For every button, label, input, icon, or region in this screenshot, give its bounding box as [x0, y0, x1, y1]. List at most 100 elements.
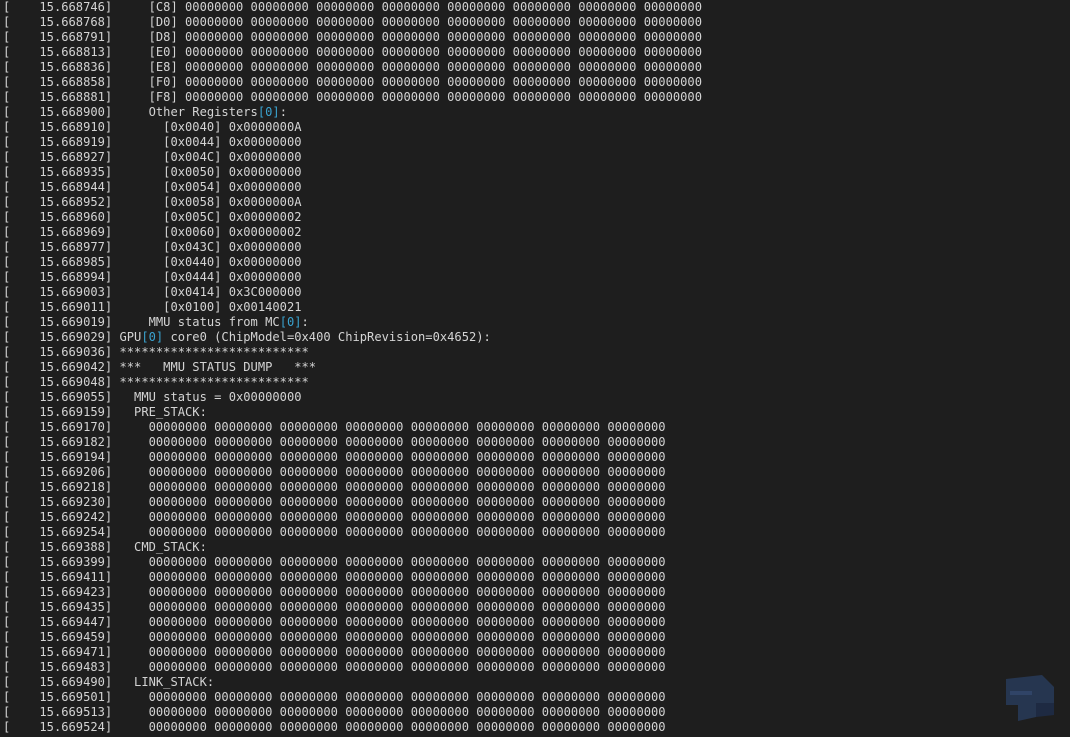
log-text: [ 15.669513] 00000000 00000000 00000000 …: [3, 705, 666, 719]
log-text: [ 15.668919] [0x0044] 0x00000000: [3, 135, 302, 149]
log-line: [ 15.669036] **************************: [3, 345, 702, 360]
log-text: [ 15.669423] 00000000 00000000 00000000 …: [3, 585, 666, 599]
log-text: [ 15.668927] [0x004C] 0x00000000: [3, 150, 302, 164]
log-line: [ 15.669423] 00000000 00000000 00000000 …: [3, 585, 702, 600]
log-text: [ 15.668900] Other Registers: [3, 105, 258, 119]
log-line: [ 15.669206] 00000000 00000000 00000000 …: [3, 465, 702, 480]
log-line: [ 15.668881] [F8] 00000000 00000000 0000…: [3, 90, 702, 105]
log-text: [ 15.668935] [0x0050] 0x00000000: [3, 165, 302, 179]
log-line: [ 15.668813] [E0] 00000000 00000000 0000…: [3, 45, 702, 60]
log-text: [ 15.668746] [C8] 00000000 00000000 0000…: [3, 0, 702, 14]
log-text: :: [301, 315, 309, 329]
log-line: [ 15.669003] [0x0414] 0x3C000000: [3, 285, 702, 300]
log-text: [ 15.669194] 00000000 00000000 00000000 …: [3, 450, 666, 464]
log-text: [ 15.668960] [0x005C] 0x00000002: [3, 210, 302, 224]
log-line: [ 15.669029] GPU[0] core0 (ChipModel=0x4…: [3, 330, 702, 345]
log-line: [ 15.668910] [0x0040] 0x0000000A: [3, 120, 702, 135]
log-text: [ 15.669055] MMU status = 0x00000000: [3, 390, 302, 404]
log-text: [ 15.669206] 00000000 00000000 00000000 …: [3, 465, 666, 479]
log-line: [ 15.668900] Other Registers[0]:: [3, 105, 702, 120]
log-line: [ 15.668952] [0x0058] 0x0000000A: [3, 195, 702, 210]
log-line: [ 15.668919] [0x0044] 0x00000000: [3, 135, 702, 150]
log-text: [ 15.669524] 00000000 00000000 00000000 …: [3, 720, 666, 734]
log-text: [ 15.668910] [0x0040] 0x0000000A: [3, 120, 302, 134]
log-line: [ 15.669471] 00000000 00000000 00000000 …: [3, 645, 702, 660]
log-text: [ 15.669490] LINK_STACK:: [3, 675, 215, 689]
log-text: [ 15.669483] 00000000 00000000 00000000 …: [3, 660, 666, 674]
log-text: [ 15.669019] MMU status from MC: [3, 315, 280, 329]
log-line: [ 15.669411] 00000000 00000000 00000000 …: [3, 570, 702, 585]
log-text: [ 15.668858] [F0] 00000000 00000000 0000…: [3, 75, 702, 89]
log-text: [ 15.668969] [0x0060] 0x00000002: [3, 225, 302, 239]
log-line: [ 15.669242] 00000000 00000000 00000000 …: [3, 510, 702, 525]
log-text: [ 15.668813] [E0] 00000000 00000000 0000…: [3, 45, 702, 59]
log-line: [ 15.668935] [0x0050] 0x00000000: [3, 165, 702, 180]
log-line: [ 15.669483] 00000000 00000000 00000000 …: [3, 660, 702, 675]
log-text: [ 15.668836] [E8] 00000000 00000000 0000…: [3, 60, 702, 74]
log-text: [ 15.668768] [D0] 00000000 00000000 0000…: [3, 15, 702, 29]
log-line: [ 15.669447] 00000000 00000000 00000000 …: [3, 615, 702, 630]
log-text: [ 15.668977] [0x043C] 0x00000000: [3, 240, 302, 254]
log-text: [ 15.669003] [0x0414] 0x3C000000: [3, 285, 302, 299]
log-text: :: [279, 105, 287, 119]
log-index-highlight: [0]: [279, 315, 302, 329]
log-text: [ 15.669036] **************************: [3, 345, 309, 359]
log-text: [ 15.669435] 00000000 00000000 00000000 …: [3, 600, 666, 614]
log-line: [ 15.668927] [0x004C] 0x00000000: [3, 150, 702, 165]
log-line: [ 15.669019] MMU status from MC[0]:: [3, 315, 702, 330]
log-text: [ 15.669471] 00000000 00000000 00000000 …: [3, 645, 666, 659]
log-text: [ 15.669218] 00000000 00000000 00000000 …: [3, 480, 666, 494]
log-line: [ 15.668969] [0x0060] 0x00000002: [3, 225, 702, 240]
log-line: [ 15.668768] [D0] 00000000 00000000 0000…: [3, 15, 702, 30]
log-text: [ 15.669048] **************************: [3, 375, 309, 389]
log-line: [ 15.669218] 00000000 00000000 00000000 …: [3, 480, 702, 495]
log-text: core0 (ChipModel=0x400 ChipRevision=0x46…: [163, 330, 491, 344]
log-text: [ 15.668985] [0x0440] 0x00000000: [3, 255, 302, 269]
log-line: [ 15.669055] MMU status = 0x00000000: [3, 390, 702, 405]
log-line: [ 15.668791] [D8] 00000000 00000000 0000…: [3, 30, 702, 45]
log-text: [ 15.669459] 00000000 00000000 00000000 …: [3, 630, 666, 644]
log-line: [ 15.669513] 00000000 00000000 00000000 …: [3, 705, 702, 720]
log-text: [ 15.669170] 00000000 00000000 00000000 …: [3, 420, 666, 434]
log-lines: [ 15.668746] [C8] 00000000 00000000 0000…: [3, 0, 702, 735]
log-text: [ 15.669501] 00000000 00000000 00000000 …: [3, 690, 666, 704]
log-line: [ 15.669230] 00000000 00000000 00000000 …: [3, 495, 702, 510]
log-text: [ 15.668881] [F8] 00000000 00000000 0000…: [3, 90, 702, 104]
log-line: [ 15.669490] LINK_STACK:: [3, 675, 702, 690]
log-text: [ 15.669411] 00000000 00000000 00000000 …: [3, 570, 666, 584]
log-index-highlight: [0]: [257, 105, 280, 119]
log-text: [ 15.669447] 00000000 00000000 00000000 …: [3, 615, 666, 629]
log-text: [ 15.668994] [0x0444] 0x00000000: [3, 270, 302, 284]
log-text: [ 15.669242] 00000000 00000000 00000000 …: [3, 510, 666, 524]
log-line: [ 15.669042] *** MMU STATUS DUMP ***: [3, 360, 702, 375]
log-line: [ 15.669159] PRE_STACK:: [3, 405, 702, 420]
log-text: [ 15.668791] [D8] 00000000 00000000 0000…: [3, 30, 702, 44]
log-index-highlight: [0]: [141, 330, 164, 344]
log-line: [ 15.668994] [0x0444] 0x00000000: [3, 270, 702, 285]
log-text: [ 15.669388] CMD_STACK:: [3, 540, 207, 554]
log-text: [ 15.669399] 00000000 00000000 00000000 …: [3, 555, 666, 569]
log-text: [ 15.668952] [0x0058] 0x0000000A: [3, 195, 302, 209]
log-text: [ 15.668944] [0x0054] 0x00000000: [3, 180, 302, 194]
log-line: [ 15.668985] [0x0440] 0x00000000: [3, 255, 702, 270]
watermark-logo-icon: [1006, 675, 1054, 721]
log-line: [ 15.669501] 00000000 00000000 00000000 …: [3, 690, 702, 705]
log-line: [ 15.668944] [0x0054] 0x00000000: [3, 180, 702, 195]
log-line: [ 15.668836] [E8] 00000000 00000000 0000…: [3, 60, 702, 75]
log-line: [ 15.669459] 00000000 00000000 00000000 …: [3, 630, 702, 645]
log-line: [ 15.668977] [0x043C] 0x00000000: [3, 240, 702, 255]
log-line: [ 15.669254] 00000000 00000000 00000000 …: [3, 525, 702, 540]
log-line: [ 15.669170] 00000000 00000000 00000000 …: [3, 420, 702, 435]
log-line: [ 15.669388] CMD_STACK:: [3, 540, 702, 555]
log-text: [ 15.669182] 00000000 00000000 00000000 …: [3, 435, 666, 449]
log-line: [ 15.669399] 00000000 00000000 00000000 …: [3, 555, 702, 570]
log-text: [ 15.669254] 00000000 00000000 00000000 …: [3, 525, 666, 539]
log-text: [ 15.669159] PRE_STACK:: [3, 405, 207, 419]
terminal-output[interactable]: [ 15.668746] [C8] 00000000 00000000 0000…: [0, 0, 1070, 737]
log-line: [ 15.669194] 00000000 00000000 00000000 …: [3, 450, 702, 465]
log-line: [ 15.669011] [0x0100] 0x00140021: [3, 300, 702, 315]
log-line: [ 15.669524] 00000000 00000000 00000000 …: [3, 720, 702, 735]
log-text: [ 15.669230] 00000000 00000000 00000000 …: [3, 495, 666, 509]
log-text: [ 15.669029] GPU: [3, 330, 142, 344]
log-line: [ 15.669435] 00000000 00000000 00000000 …: [3, 600, 702, 615]
